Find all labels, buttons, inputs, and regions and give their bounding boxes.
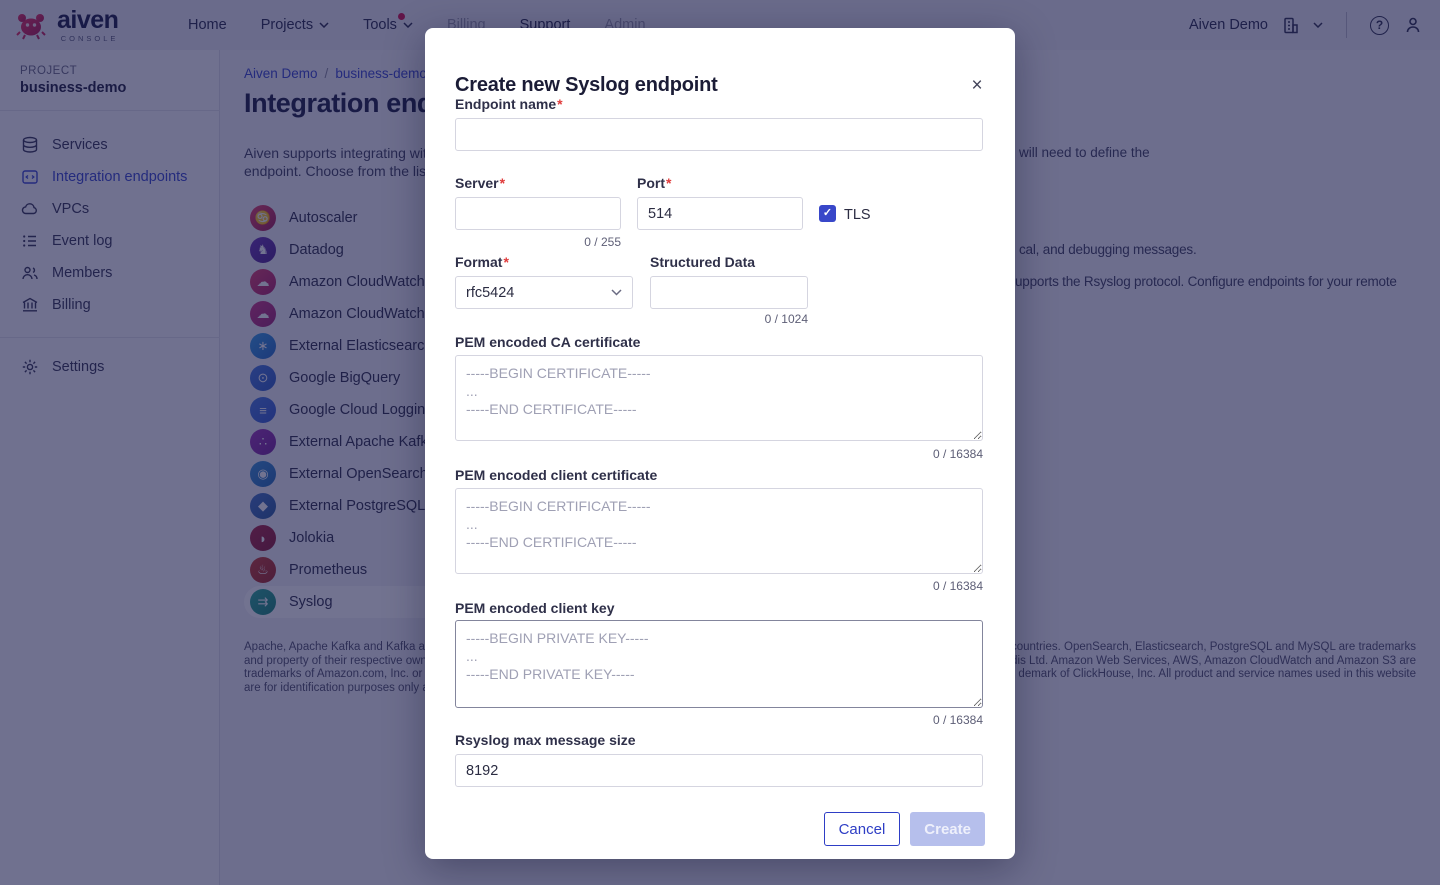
rsyslog-max-input[interactable] xyxy=(455,754,983,787)
client-certificate-label: PEM encoded client certificate xyxy=(455,467,657,483)
server-counter: 0 / 255 xyxy=(455,235,621,249)
client-key-label: PEM encoded client key xyxy=(455,600,615,616)
client-key-counter: 0 / 16384 xyxy=(455,713,983,727)
client-key-textarea[interactable] xyxy=(455,620,983,708)
tls-label: TLS xyxy=(844,207,871,223)
ca-certificate-textarea[interactable] xyxy=(455,355,983,441)
rsyslog-max-label: Rsyslog max message size xyxy=(455,732,636,748)
format-label: Format* xyxy=(455,254,509,270)
format-select[interactable]: rfc5424 xyxy=(455,276,633,309)
create-button[interactable]: Create xyxy=(910,812,985,846)
server-input[interactable] xyxy=(455,197,621,230)
endpoint-name-input[interactable] xyxy=(455,118,983,151)
client-certificate-textarea[interactable] xyxy=(455,488,983,574)
create-syslog-endpoint-modal: Create new Syslog endpoint × Endpoint na… xyxy=(425,28,1015,859)
structured-data-counter: 0 / 1024 xyxy=(650,312,808,326)
ca-certificate-label: PEM encoded CA certificate xyxy=(455,334,640,350)
chevron-down-icon xyxy=(611,289,622,296)
check-icon: ✓ xyxy=(823,208,832,219)
modal-title: Create new Syslog endpoint xyxy=(455,74,718,97)
structured-data-label: Structured Data xyxy=(650,254,755,270)
tls-checkbox[interactable]: ✓ xyxy=(819,205,836,222)
endpoint-name-label: Endpoint name* xyxy=(455,96,563,112)
port-input[interactable] xyxy=(637,197,803,230)
ca-certificate-counter: 0 / 16384 xyxy=(455,447,983,461)
structured-data-input[interactable] xyxy=(650,276,808,309)
client-certificate-counter: 0 / 16384 xyxy=(455,579,983,593)
cancel-button[interactable]: Cancel xyxy=(824,812,901,846)
close-icon[interactable]: × xyxy=(965,74,989,98)
format-selected-value: rfc5424 xyxy=(466,285,514,301)
server-label: Server* xyxy=(455,175,505,191)
modal-buttons: Cancel Create xyxy=(824,812,985,846)
port-label: Port* xyxy=(637,175,671,191)
